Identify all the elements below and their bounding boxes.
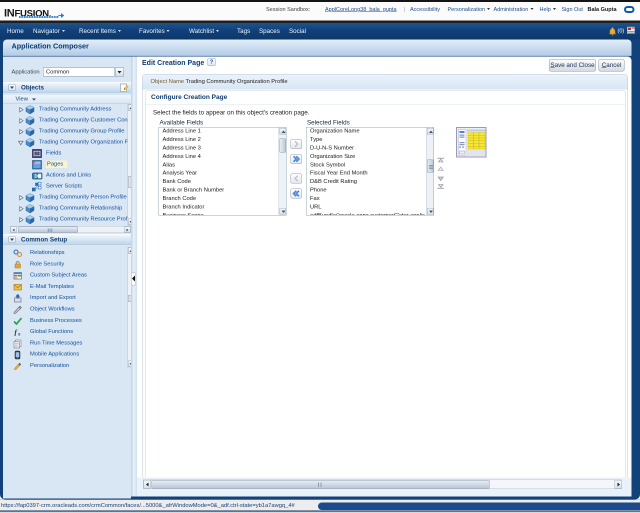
svg-text:x: x xyxy=(17,333,21,338)
